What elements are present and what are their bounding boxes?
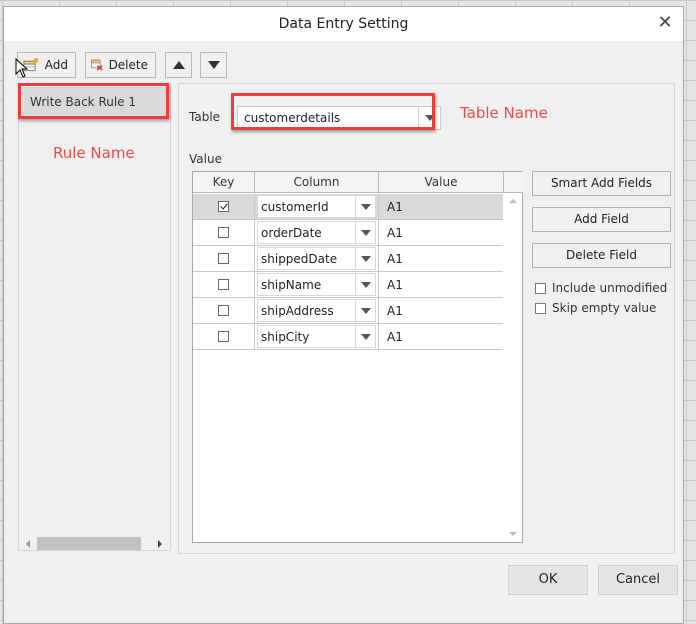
column-cell: shipAddress (255, 298, 379, 323)
skip-empty-value-checkbox[interactable]: Skip empty value (535, 301, 656, 315)
column-cell: customerId (255, 194, 379, 219)
value-cell[interactable]: A1 (379, 298, 504, 323)
column-select-value: shipName (261, 277, 322, 292)
dropdown-arrow-icon[interactable] (355, 196, 375, 217)
table-row[interactable]: orderDate A1 (193, 220, 504, 246)
key-cell (193, 194, 255, 219)
table-row[interactable]: shipAddress A1 (193, 298, 504, 324)
vertical-scrollbar[interactable] (503, 193, 522, 542)
table-row[interactable]: shipName A1 (193, 272, 504, 298)
rule-item[interactable]: Write Back Rule 1 (22, 87, 167, 119)
move-up-button[interactable] (165, 52, 192, 78)
add-field-button[interactable]: Add Field (532, 207, 671, 232)
move-down-button[interactable] (200, 52, 227, 78)
key-checkbox[interactable] (218, 201, 229, 212)
value-cell[interactable]: A1 (379, 272, 504, 297)
column-cell: shippedDate (255, 246, 379, 271)
column-select-value: shipCity (261, 329, 310, 344)
smart-add-fields-button[interactable]: Smart Add Fields (532, 171, 671, 196)
column-select-value: shippedDate (261, 251, 338, 266)
key-cell (193, 298, 255, 323)
delete-field-button[interactable]: Delete Field (532, 243, 671, 268)
mouse-cursor-icon (15, 58, 29, 78)
column-select[interactable]: shippedDate (257, 247, 376, 270)
column-select[interactable]: shipName (257, 273, 376, 296)
delete-rule-button[interactable]: Delete (85, 52, 156, 78)
column-select-value: shipAddress (261, 303, 334, 318)
key-cell (193, 220, 255, 245)
value-cell[interactable]: A1 (379, 194, 504, 219)
checkbox-icon[interactable] (535, 302, 546, 314)
column-select[interactable]: shipCity (257, 325, 376, 348)
dropdown-arrow-icon[interactable] (355, 248, 375, 269)
value-cell[interactable]: A1 (379, 324, 504, 349)
include-unmodified-checkbox[interactable]: Include unmodified (535, 281, 667, 295)
table-select-value: customerdetails (244, 111, 341, 125)
dialog-title: Data Entry Setting (278, 16, 409, 32)
table-row[interactable]: shippedDate A1 (193, 246, 504, 272)
table-select[interactable]: customerdetails (237, 106, 441, 130)
column-select[interactable]: shipAddress (257, 299, 376, 322)
dropdown-arrow-icon[interactable] (355, 326, 375, 347)
dropdown-arrow-icon[interactable] (418, 107, 440, 129)
rule-name-annotation: Rule Name (53, 144, 135, 162)
key-checkbox[interactable] (218, 253, 229, 264)
table-row[interactable]: customerId A1 (193, 194, 504, 220)
dropdown-arrow-icon[interactable] (355, 274, 375, 295)
column-cell: orderDate (255, 220, 379, 245)
column-cell: shipName (255, 272, 379, 297)
close-icon[interactable]: ✕ (655, 13, 675, 33)
dropdown-arrow-icon[interactable] (355, 300, 375, 321)
triangle-up-icon (172, 61, 185, 69)
column-select[interactable]: orderDate (257, 221, 376, 244)
delete-rule-label: Delete (108, 58, 148, 72)
key-checkbox[interactable] (218, 227, 229, 238)
ok-button[interactable]: OK (508, 565, 588, 595)
key-cell (193, 246, 255, 271)
table-row[interactable]: shipCity A1 (193, 324, 504, 350)
rule-detail-panel: Table customerdetails Value Key Column V… (178, 83, 675, 554)
scroll-right-icon[interactable] (158, 540, 162, 548)
include-unmodified-label: Include unmodified (552, 281, 668, 295)
column-select-value: customerId (261, 199, 329, 214)
data-entry-setting-dialog: Data Entry Setting ✕ Add Delete Write Ba… (3, 6, 684, 624)
value-label: Value (189, 152, 222, 166)
add-rule-label: Add (44, 58, 68, 72)
skip-empty-value-label: Skip empty value (552, 301, 657, 315)
value-cell[interactable]: A1 (379, 220, 504, 245)
cancel-button[interactable]: Cancel (598, 565, 678, 595)
scroll-thumb[interactable] (37, 537, 141, 550)
key-checkbox[interactable] (218, 305, 229, 316)
scroll-left-icon[interactable] (26, 540, 30, 548)
dropdown-arrow-icon[interactable] (355, 222, 375, 243)
header-value[interactable]: Value (379, 172, 504, 192)
column-select-value: orderDate (261, 225, 322, 240)
column-cell: shipCity (255, 324, 379, 349)
scroll-up-icon[interactable] (509, 199, 517, 203)
header-key[interactable]: Key (193, 172, 255, 192)
checkbox-icon[interactable] (535, 282, 546, 294)
key-cell (193, 324, 255, 349)
table-name-annotation: Table Name (460, 104, 548, 122)
delete-rule-icon (91, 59, 103, 71)
field-mapping-grid: Key Column Value customerId A1 orderDate A1… (192, 171, 523, 543)
triangle-down-icon (207, 61, 220, 69)
key-checkbox[interactable] (218, 331, 229, 342)
key-checkbox[interactable] (218, 279, 229, 290)
horizontal-scrollbar[interactable] (21, 533, 168, 550)
grid-header: Key Column Value (193, 172, 523, 193)
scroll-down-icon[interactable] (509, 532, 517, 536)
value-cell[interactable]: A1 (379, 246, 504, 271)
key-cell (193, 272, 255, 297)
header-column[interactable]: Column (255, 172, 379, 192)
table-label: Table (189, 110, 221, 124)
title-bar: Data Entry Setting ✕ (4, 7, 683, 41)
column-select[interactable]: customerId (257, 195, 376, 218)
